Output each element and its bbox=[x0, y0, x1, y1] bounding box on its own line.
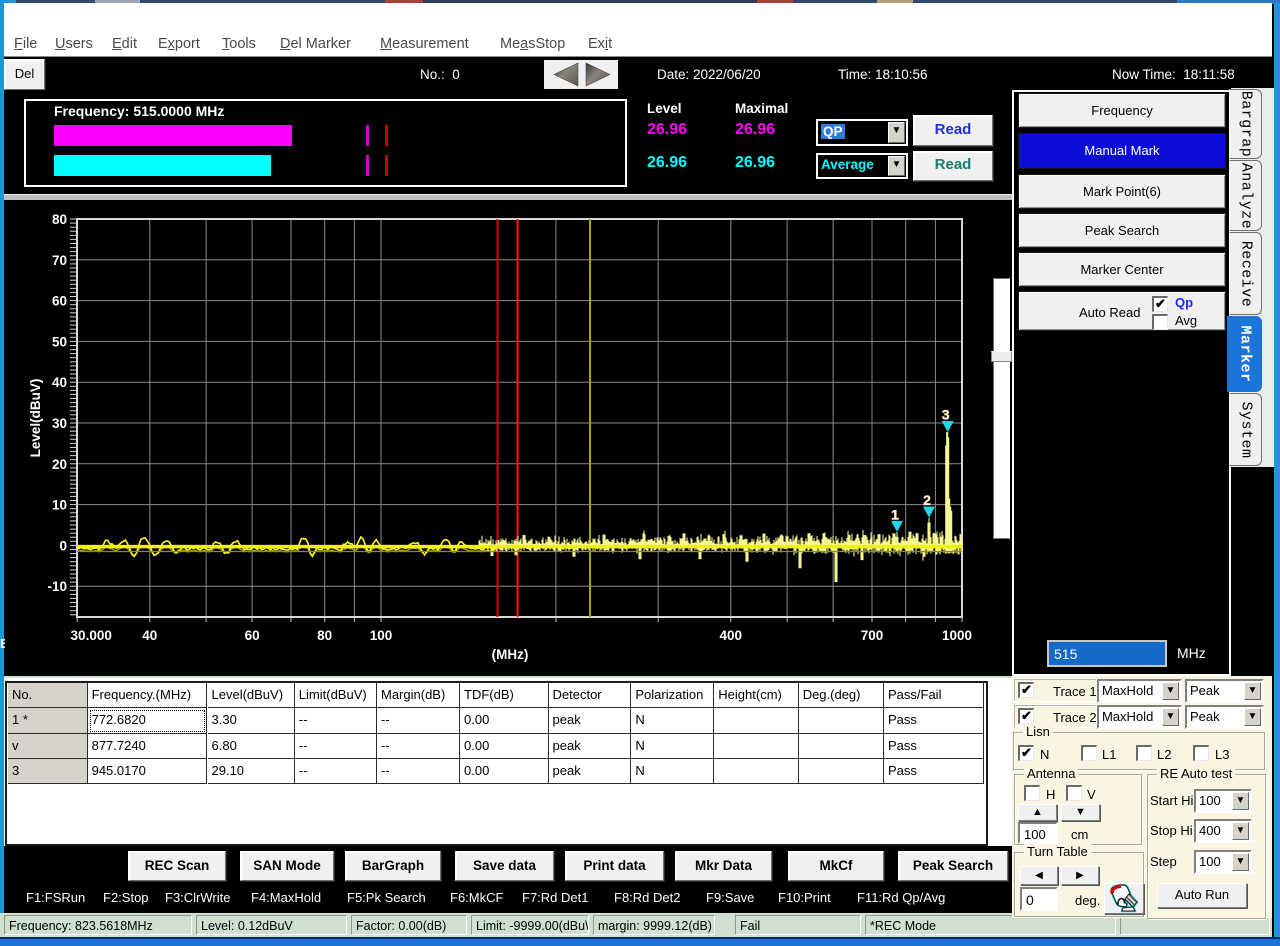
svg-text:100: 100 bbox=[370, 628, 393, 643]
svg-text:10: 10 bbox=[52, 498, 67, 513]
svg-text:40: 40 bbox=[52, 375, 67, 390]
svg-text:30.000: 30.000 bbox=[71, 628, 112, 643]
svg-text:(MHz): (MHz) bbox=[492, 647, 529, 662]
svg-text:80: 80 bbox=[317, 628, 332, 643]
svg-text:40: 40 bbox=[142, 628, 157, 643]
svg-text:20: 20 bbox=[52, 457, 67, 472]
svg-text:1: 1 bbox=[891, 506, 899, 522]
svg-text:60: 60 bbox=[52, 294, 67, 309]
svg-text:3: 3 bbox=[942, 406, 950, 422]
svg-text:Level(dBuV): Level(dBuV) bbox=[28, 379, 43, 458]
svg-text:60: 60 bbox=[245, 628, 260, 643]
svg-text:80: 80 bbox=[52, 212, 67, 227]
svg-text:50: 50 bbox=[52, 334, 67, 349]
svg-text:2: 2 bbox=[923, 492, 931, 508]
svg-text:30: 30 bbox=[52, 416, 67, 431]
svg-text:-10: -10 bbox=[47, 579, 67, 594]
svg-text:700: 700 bbox=[861, 628, 884, 643]
svg-text:400: 400 bbox=[720, 628, 743, 643]
svg-text:70: 70 bbox=[52, 253, 67, 268]
svg-text:0: 0 bbox=[59, 538, 67, 553]
svg-text:1000: 1000 bbox=[942, 628, 972, 643]
